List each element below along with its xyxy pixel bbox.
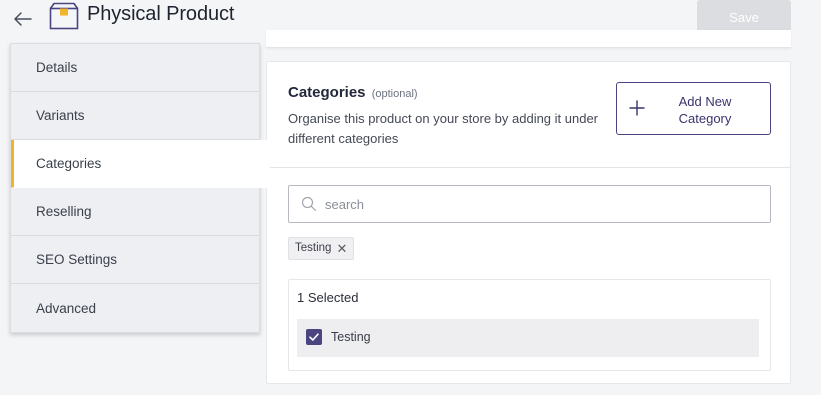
save-button[interactable]: Save xyxy=(697,0,791,34)
arrow-left-icon xyxy=(14,12,32,26)
selected-category-label: Testing xyxy=(331,330,371,344)
categories-card-header: Categories (optional) Organise this prod… xyxy=(267,62,790,168)
close-icon[interactable]: ✕ xyxy=(337,238,348,259)
sidebar-item-reselling[interactable]: Reselling xyxy=(11,188,259,236)
section-title-text: Categories xyxy=(288,84,366,101)
plus-icon xyxy=(629,100,645,116)
sidebar-item-seo-settings[interactable]: SEO Settings xyxy=(11,236,259,284)
add-new-category-label: Add New Category xyxy=(678,94,732,126)
sidebar-item-categories[interactable]: Categories xyxy=(11,140,270,188)
optional-label: (optional) xyxy=(371,88,418,100)
add-new-category-button[interactable]: Add New Category xyxy=(616,82,771,135)
sidebar-item-variants[interactable]: Variants xyxy=(11,92,259,140)
sidebar-item-label: Categories xyxy=(36,156,102,171)
back-button[interactable] xyxy=(12,8,34,30)
check-icon xyxy=(309,333,319,341)
page-title: Physical Product xyxy=(87,3,235,25)
previous-section-card xyxy=(266,30,791,48)
product-editor-page: Physical Product Save Details Variants C… xyxy=(0,0,821,395)
search-input[interactable] xyxy=(325,194,755,214)
sidebar-item-label: Advanced xyxy=(36,300,97,316)
sidebar-item-label: Variants xyxy=(36,108,85,123)
sidebar-item-label: SEO Settings xyxy=(36,252,118,267)
category-checkbox[interactable] xyxy=(306,329,322,345)
section-description: Organise this product on your store by a… xyxy=(288,111,599,146)
categories-card: Categories (optional) Organise this prod… xyxy=(266,61,791,384)
sidebar-item-label: Details xyxy=(36,60,78,75)
sidebar-item-details[interactable]: Details xyxy=(11,44,259,92)
category-search xyxy=(288,185,771,223)
sidebar-item-label: Reselling xyxy=(36,204,92,219)
sidebar-item-advanced[interactable]: Advanced xyxy=(11,284,259,332)
selected-count: 1 Selected xyxy=(297,290,359,305)
category-chip: Testing ✕ xyxy=(288,237,355,260)
box-icon xyxy=(49,2,79,30)
selected-category-row[interactable]: Testing xyxy=(297,319,759,357)
section-title: Categories (optional) xyxy=(288,84,418,101)
search-icon xyxy=(301,196,317,212)
settings-sidebar: Details Variants Categories Reselling SE… xyxy=(10,43,270,333)
selected-categories-panel: 1 Selected Testing xyxy=(288,279,771,371)
chip-label: Testing xyxy=(295,242,332,254)
